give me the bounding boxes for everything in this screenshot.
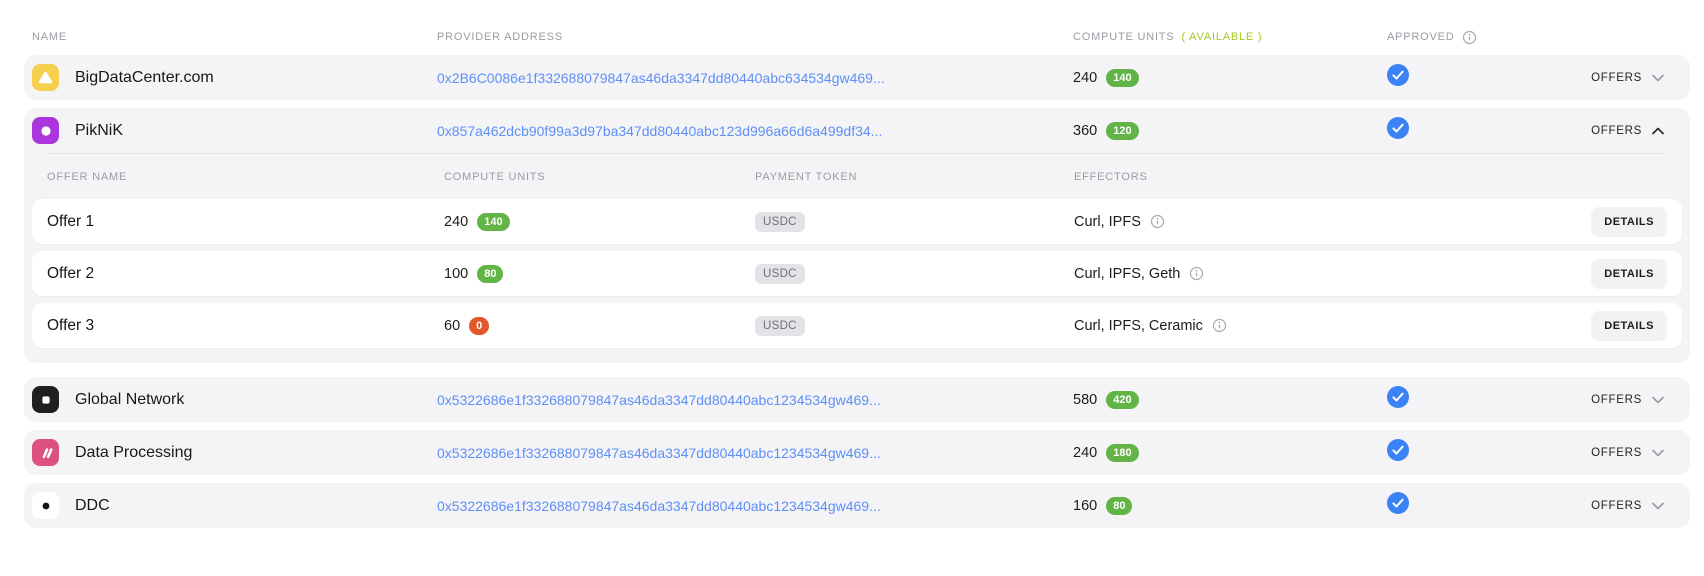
effectors-list: Curl, IPFS, Geth (1074, 265, 1181, 282)
available-units-badge: 140 (1106, 68, 1139, 87)
details-button[interactable]: DETAILS (1591, 206, 1667, 237)
compute-units-value: 240 (1073, 444, 1098, 461)
column-header-approved: APPROVED (1387, 30, 1560, 45)
provider-address-link[interactable]: 0x5322686e1f332688079847as46da3347dd8044… (437, 498, 881, 514)
chevron-down-icon (1652, 74, 1664, 82)
available-header-label: ( AVAILABLE ) (1181, 31, 1263, 43)
provider-name: Global Network (75, 390, 185, 408)
provider-row: BigDataCenter.com 0x2B6C0086e1f332688079… (24, 55, 1690, 100)
info-icon[interactable] (1189, 266, 1204, 281)
offer-row: Offer 1 240 140 USDC Curl, IPFS DETAILS (32, 199, 1682, 244)
compute-units-value: 160 (1073, 497, 1098, 514)
offers-toggle-label: OFFERS (1591, 499, 1642, 512)
offers-toggle-label: OFFERS (1591, 71, 1642, 84)
offer-compute-units-value: 240 (444, 213, 469, 230)
offers-toggle-label: OFFERS (1591, 124, 1642, 137)
provider-name: BigDataCenter.com (75, 68, 214, 86)
offers-toggle[interactable]: OFFERS (1560, 500, 1690, 512)
square-black-icon (32, 386, 59, 413)
chevron-down-icon (1652, 449, 1664, 457)
provider-address-link[interactable]: 0x5322686e1f332688079847as46da3347dd8044… (437, 445, 881, 461)
provider-address-link[interactable]: 0x857a462dcb90f99a3d97ba347dd80440abc123… (437, 123, 882, 139)
chevron-up-icon (1652, 127, 1664, 135)
offer-compute-units-value: 100 (444, 265, 469, 282)
info-icon[interactable] (1150, 214, 1165, 229)
details-button[interactable]: DETAILS (1591, 310, 1667, 341)
info-icon[interactable] (1212, 318, 1227, 333)
offers-header-row: OFFER NAME COMPUTE UNITS PAYMENT TOKEN E… (24, 154, 1690, 199)
provider-row: DDC 0x5322686e1f332688079847as46da3347dd… (24, 483, 1690, 528)
table-header-row: NAME PROVIDER ADDRESS COMPUTE UNITS ( AV… (24, 19, 1690, 55)
column-header-payment-token: PAYMENT TOKEN (755, 170, 858, 183)
offers-toggle[interactable]: OFFERS (1560, 447, 1690, 459)
provider-row: Global Network 0x5322686e1f332688079847a… (24, 377, 1690, 422)
column-header-name: NAME (32, 31, 67, 43)
offer-available-badge: 80 (477, 264, 504, 283)
payment-token-badge: USDC (755, 211, 805, 232)
available-units-badge: 180 (1106, 443, 1139, 462)
compute-units-value: 360 (1073, 122, 1098, 139)
payment-token-badge: USDC (755, 315, 805, 336)
provider-name: Data Processing (75, 443, 193, 461)
offer-available-badge: 140 (477, 212, 510, 231)
approved-check-icon (1387, 386, 1409, 413)
effectors-list: Curl, IPFS, Ceramic (1074, 317, 1203, 334)
provider-row: Data Processing 0x5322686e1f332688079847… (24, 430, 1690, 475)
provider-address-link[interactable]: 0x5322686e1f332688079847as46da3347dd8044… (437, 392, 881, 408)
details-button[interactable]: DETAILS (1591, 258, 1667, 289)
slashes-pink-icon (32, 439, 59, 466)
payment-token-badge: USDC (755, 263, 805, 284)
provider-name: DDC (75, 496, 110, 514)
approved-check-icon (1387, 492, 1409, 519)
chevron-down-icon (1652, 502, 1664, 510)
chevron-down-icon (1652, 396, 1664, 404)
compute-units-header-label: COMPUTE UNITS (1073, 31, 1175, 43)
column-header-offer-compute-units: COMPUTE UNITS (444, 170, 546, 183)
column-header-provider-address: PROVIDER ADDRESS (437, 31, 563, 43)
provider-address-link[interactable]: 0x2B6C0086e1f332688079847as46da3347dd804… (437, 70, 885, 86)
offers-toggle[interactable]: OFFERS (1560, 125, 1690, 137)
offer-available-badge: 0 (469, 316, 490, 335)
offers-toggle[interactable]: OFFERS (1560, 394, 1690, 406)
available-units-badge: 420 (1106, 390, 1139, 409)
offer-name: Offer 1 (47, 212, 95, 230)
offer-row: Offer 3 60 0 USDC Curl, IPFS, Ceramic DE… (32, 303, 1682, 348)
approved-check-icon (1387, 439, 1409, 466)
compute-units-value: 240 (1073, 69, 1098, 86)
offer-name: Offer 3 (47, 316, 95, 334)
column-header-offer-name: OFFER NAME (47, 170, 128, 183)
triangle-yellow-icon (32, 64, 59, 91)
column-header-effectors: EFFECTORS (1074, 170, 1148, 183)
available-units-badge: 120 (1106, 121, 1139, 140)
dot-white-icon (32, 492, 59, 519)
offer-row: Offer 2 100 80 USDC Curl, IPFS, Geth DET… (32, 251, 1682, 296)
provider-row: PikNiK 0x857a462dcb90f99a3d97ba347dd8044… (24, 108, 1690, 153)
circle-purple-icon (32, 117, 59, 144)
providers-table: NAME PROVIDER ADDRESS COMPUTE UNITS ( AV… (0, 0, 1704, 528)
offer-name: Offer 2 (47, 264, 95, 282)
approved-check-icon (1387, 117, 1409, 144)
effectors-list: Curl, IPFS (1074, 213, 1141, 230)
expanded-provider-card: PikNiK 0x857a462dcb90f99a3d97ba347dd8044… (24, 108, 1690, 363)
provider-name: PikNiK (75, 121, 124, 139)
offers-toggle-label: OFFERS (1591, 446, 1642, 459)
info-icon[interactable] (1462, 30, 1477, 45)
approved-header-label: APPROVED (1387, 31, 1455, 43)
compute-units-value: 580 (1073, 391, 1098, 408)
available-units-badge: 80 (1106, 496, 1133, 515)
column-header-compute-units: COMPUTE UNITS ( AVAILABLE ) (1073, 31, 1387, 43)
offer-compute-units-value: 60 (444, 317, 461, 334)
offers-toggle-label: OFFERS (1591, 393, 1642, 406)
offers-toggle[interactable]: OFFERS (1560, 72, 1690, 84)
approved-check-icon (1387, 64, 1409, 91)
